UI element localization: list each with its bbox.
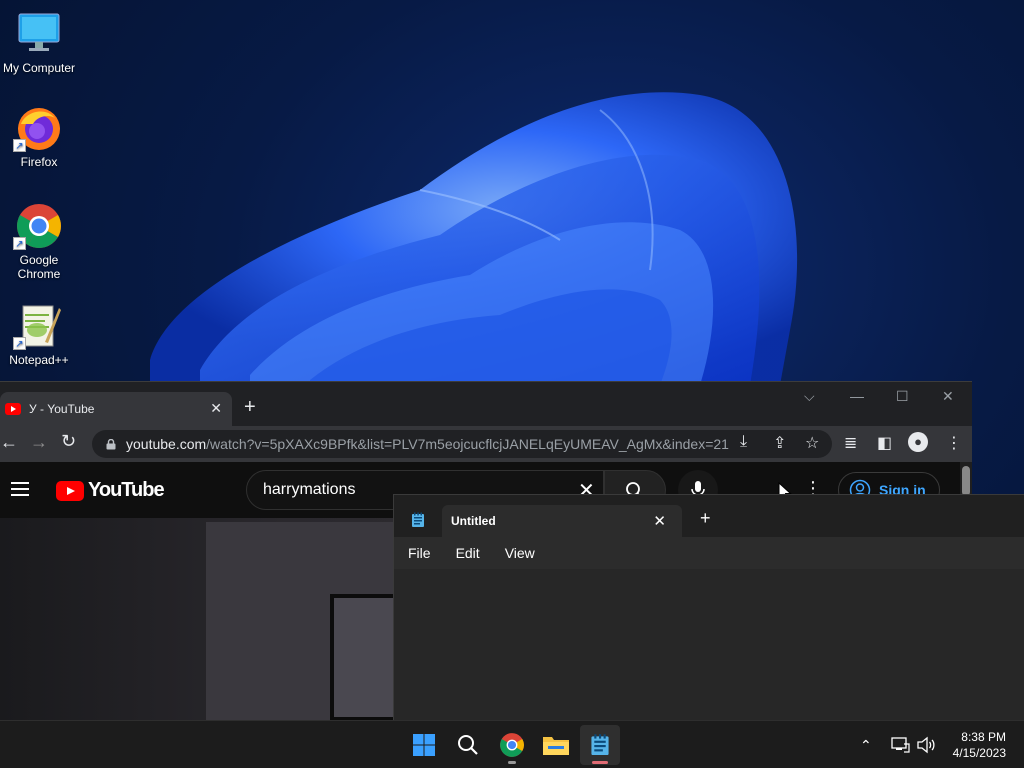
notepad-tab-title: Untitled (451, 514, 496, 528)
menu-file[interactable]: File (408, 545, 431, 561)
network-icon[interactable] (890, 721, 910, 768)
bookmark-star-icon[interactable]: ☆ (805, 433, 819, 453)
close-icon[interactable]: ✕ (653, 512, 666, 530)
notepadpp-icon: ↗ (13, 302, 63, 350)
taskbar-file-explorer[interactable] (536, 725, 576, 765)
windows-start-icon (413, 734, 435, 756)
desktop-icon-notepadpp[interactable]: ↗ Notepad++ (2, 302, 76, 367)
tray-overflow-chevron-icon[interactable]: ⌃ (860, 721, 872, 768)
chrome-tab-youtube[interactable]: У - YouTube ✕ (0, 392, 232, 426)
shortcut-arrow-icon: ↗ (13, 139, 26, 152)
desktop-icon-firefox[interactable]: ↗ Firefox (2, 104, 76, 169)
chrome-tabstrip: У - YouTube ✕ + ⌵ — ☐ ✕ (0, 382, 972, 426)
desktop-icon-label: My Computer (2, 61, 76, 75)
menu-view[interactable]: View (505, 545, 535, 561)
side-panel-icon[interactable]: ◧ (877, 433, 892, 453)
desktop-icon-label: Notepad++ (9, 353, 69, 367)
notepad-menubar: File Edit View (394, 537, 1024, 569)
running-indicator (508, 761, 516, 764)
notepad-app-icon (412, 512, 424, 527)
media-queue-icon[interactable]: ≣ (844, 433, 857, 453)
share-icon[interactable]: ⇪ (773, 433, 786, 453)
desktop-icon-label: Google Chrome (17, 253, 61, 281)
menu-edit[interactable]: Edit (456, 545, 480, 561)
scrollbar-thumb[interactable] (962, 466, 970, 496)
notepad-app-icon (591, 734, 609, 755)
youtube-play-icon (56, 480, 84, 501)
desktop-icon-my-computer[interactable]: My Computer (2, 10, 76, 75)
taskbar-chrome[interactable] (492, 725, 532, 765)
taskbar: ⌃ 8:38 PM 4/15/2023 (0, 720, 1024, 768)
youtube-favicon-icon (5, 403, 21, 415)
start-button[interactable] (404, 725, 444, 765)
youtube-logo[interactable]: YouTube (56, 479, 165, 502)
chrome-icon: ↗ (13, 202, 63, 250)
clock-date: 4/15/2023 (952, 746, 1006, 760)
notepad-titlebar: Untitled ✕ + (394, 495, 1024, 537)
notepad-window: Untitled ✕ + File Edit View (393, 494, 1024, 720)
chrome-tab-title: У - YouTube (29, 402, 95, 416)
profile-avatar-icon[interactable]: ● (908, 432, 928, 452)
chrome-icon (500, 733, 524, 757)
folder-icon (543, 737, 569, 755)
tab-search-chevron-icon[interactable]: ⌵ (804, 388, 815, 405)
lock-icon (106, 438, 116, 449)
notepad-tab-untitled[interactable]: Untitled ✕ (442, 505, 682, 537)
kebab-menu-icon[interactable]: ⋮ (946, 433, 962, 453)
maximize-button[interactable]: ☐ (896, 388, 909, 405)
taskbar-search-button[interactable] (448, 725, 488, 765)
install-icon[interactable]: ⤓ (740, 433, 747, 451)
volume-icon[interactable] (916, 721, 936, 768)
desktop-icon-label: Firefox (20, 155, 58, 169)
minimize-button[interactable]: — (850, 388, 864, 404)
reload-icon[interactable]: ↻ (61, 431, 76, 452)
clock-time: 8:38 PM (961, 730, 1006, 744)
notepad-text-area[interactable] (394, 569, 1024, 720)
url-host: youtube.com (126, 436, 207, 452)
notepad-new-tab-button[interactable]: + (700, 508, 711, 529)
running-indicator (592, 761, 608, 764)
address-bar[interactable]: youtube.com/watch?v=5pXAXc9BPfk&list=PLV… (92, 430, 832, 458)
youtube-logo-text: YouTube (88, 479, 165, 501)
video-frame-picture (330, 594, 394, 721)
taskbar-notepad[interactable] (580, 725, 620, 765)
firefox-icon: ↗ (13, 104, 63, 152)
back-arrow-icon[interactable]: ← (0, 432, 18, 453)
forward-arrow-icon[interactable]: → (30, 432, 48, 453)
chrome-toolbar: ← → ↻ youtube.com/watch?v=5pXAXc9BPfk&li… (0, 426, 972, 462)
close-icon[interactable]: ✕ (210, 400, 222, 417)
system-clock[interactable]: 8:38 PM 4/15/2023 (953, 729, 1006, 761)
shortcut-arrow-icon: ↗ (13, 237, 26, 250)
shortcut-arrow-icon: ↗ (13, 337, 26, 350)
monitor-icon (15, 10, 63, 58)
hamburger-menu-icon[interactable] (11, 482, 29, 496)
search-icon (458, 735, 478, 755)
close-window-button[interactable]: ✕ (942, 388, 954, 405)
desktop-icon-google-chrome[interactable]: ↗ Google Chrome (2, 202, 76, 281)
url-path: /watch?v=5pXAXc9BPfk&list=PLV7m5eojcucfl… (206, 436, 729, 452)
new-tab-button[interactable]: + (244, 396, 256, 419)
